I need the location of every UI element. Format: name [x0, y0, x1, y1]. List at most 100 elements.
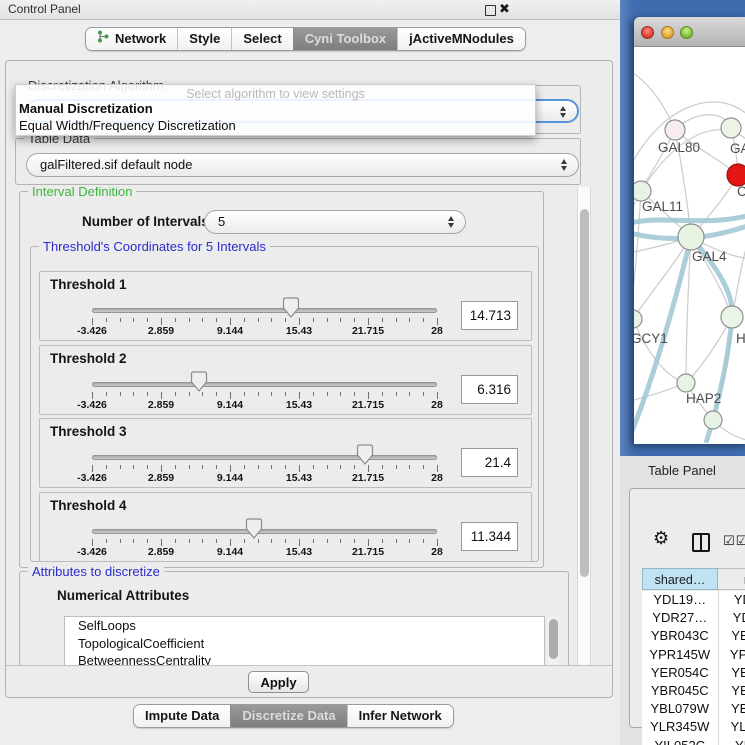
minimize-traffic-light[interactable] [661, 26, 674, 39]
tab-label: jActiveMNodules [409, 28, 514, 50]
attribute-item-topologicalcoefficient[interactable]: TopologicalCoefficient [65, 635, 544, 653]
cell-name[interactable]: YPR145W [719, 646, 745, 664]
tab-jactivemnodules[interactable]: jActiveMNodules [397, 28, 525, 50]
cell-shared-name[interactable]: YER054C [642, 664, 719, 682]
network-node[interactable] [634, 310, 642, 328]
slider-handle[interactable] [190, 371, 208, 393]
network-node[interactable] [678, 224, 704, 250]
scrollbar-thumb[interactable] [580, 209, 589, 577]
cell-name[interactable]: YBR043C [719, 627, 745, 645]
cell-shared-name[interactable]: YBL079W [642, 700, 719, 718]
threshold-row-2: Threshold 2 -3.4262.8599.14415.4321.71528… [39, 345, 532, 415]
table-row[interactable]: YIL052CYIL052C [642, 737, 745, 745]
thresholds-group: Threshold's Coordinates for 5 Intervals … [30, 246, 539, 562]
network-node[interactable] [677, 374, 695, 392]
settings-vertical-scrollbar[interactable] [577, 187, 591, 665]
slider-track[interactable] [92, 455, 437, 460]
close-icon[interactable]: ✖ [499, 1, 510, 17]
network-node[interactable] [634, 181, 651, 201]
algorithm-option-manual-discretization[interactable]: Manual Discretization [19, 101, 153, 116]
cell-shared-name[interactable]: YLR345W [642, 718, 719, 736]
select-columns-checkbox-icons[interactable]: ☑☑ [723, 533, 745, 549]
threshold-label: Threshold 2 [50, 351, 127, 366]
cell-shared-name[interactable]: YIL052C [642, 737, 719, 745]
network-edge-thick[interactable] [634, 215, 745, 223]
tab-network[interactable]: Network [86, 28, 177, 50]
network-node[interactable] [665, 120, 685, 140]
cell-shared-name[interactable]: YDR27… [642, 609, 719, 627]
threshold-value-field[interactable]: 6.316 [461, 375, 518, 404]
column-header-shared-name[interactable]: shared… [642, 568, 718, 590]
threshold-label: Threshold 1 [50, 277, 127, 292]
bottom-tab-discretize-data[interactable]: Discretize Data [230, 705, 346, 727]
numerical-attributes-list[interactable]: SelfLoopsTopologicalCoefficientBetweenne… [64, 616, 545, 666]
network-node-label: GAL11 [642, 199, 683, 214]
slider-handle[interactable] [356, 444, 374, 466]
cell-shared-name[interactable]: YBR043C [642, 627, 719, 645]
table-row[interactable]: YBR045CYBR045C [642, 682, 745, 700]
gear-icon[interactable]: ⚙ [653, 529, 669, 547]
network-node-label: C [737, 184, 745, 199]
threshold-value-field[interactable]: 21.4 [461, 448, 518, 477]
slider-track[interactable] [92, 529, 437, 534]
network-node[interactable] [727, 164, 745, 186]
threshold-value-field[interactable]: 14.713 [461, 301, 518, 330]
tab-label: Network [115, 28, 166, 50]
cell-shared-name[interactable]: YPR145W [642, 646, 719, 664]
network-window-titlebar[interactable] [634, 17, 745, 47]
table-row[interactable]: YBL079WYBL079W [642, 700, 745, 718]
combo-arrows-icon [561, 159, 567, 171]
bottom-tab-infer-network[interactable]: Infer Network [347, 705, 453, 727]
table-header: shared… name [642, 568, 745, 590]
tab-style[interactable]: Style [177, 28, 231, 50]
table-row[interactable]: YBR043CYBR043C [642, 627, 745, 645]
columns-icon[interactable] [692, 533, 710, 552]
cell-name[interactable]: YBL079W [719, 700, 745, 718]
table-data-combo[interactable]: galFiltered.sif default node [26, 153, 579, 177]
network-icon [97, 28, 110, 50]
slider-handle[interactable] [245, 518, 263, 540]
zoom-traffic-light[interactable] [680, 26, 693, 39]
cell-name[interactable]: YBR045C [719, 682, 745, 700]
algorithm-option-equal-width-frequency-discretization[interactable]: Equal Width/Frequency Discretization [19, 118, 236, 133]
slider-track[interactable] [92, 308, 437, 313]
cell-name[interactable]: YLR345W [719, 718, 745, 736]
bottom-tab-impute-data[interactable]: Impute Data [134, 705, 230, 727]
slider-tick-labels: -3.4262.8599.14415.4321.71528 [92, 325, 437, 338]
slider-handle[interactable] [282, 297, 300, 319]
network-node[interactable] [721, 306, 743, 328]
slider-tick-labels: -3.4262.8599.14415.4321.71528 [92, 399, 437, 412]
cell-name[interactable]: YER054C [719, 664, 745, 682]
cell-name[interactable]: YDL19… [719, 591, 745, 609]
table-row[interactable]: YDR27…YDR27… [642, 609, 745, 627]
slider-track[interactable] [92, 382, 437, 387]
network-canvas[interactable]: GAL80GALGAL11CGAL4GCY1HHAP2 [634, 47, 745, 443]
table-row[interactable]: YER054CYER054C [642, 664, 745, 682]
interval-definition-group: Interval Definition Number of Intervals … [19, 191, 544, 568]
cell-name[interactable]: YDR27… [719, 609, 745, 627]
tab-cyni-toolbox[interactable]: Cyni Toolbox [293, 28, 397, 50]
cell-name[interactable]: YIL052C [719, 737, 745, 745]
network-edge[interactable] [634, 191, 641, 319]
number-of-intervals-combo[interactable]: 5 [204, 210, 466, 234]
attribute-item-selfloops[interactable]: SelfLoops [65, 617, 544, 635]
threshold-label: Threshold 3 [50, 424, 127, 439]
cell-shared-name[interactable]: YBR045C [642, 682, 719, 700]
attribute-item-betweennesscentrality[interactable]: BetweennessCentrality [65, 652, 544, 666]
combo-arrows-icon [448, 216, 454, 228]
tab-select[interactable]: Select [231, 28, 292, 50]
column-header-name[interactable]: name [718, 568, 745, 590]
threshold-value-field[interactable]: 11.344 [461, 522, 518, 551]
float-window-icon[interactable] [485, 5, 496, 16]
table-row[interactable]: YPR145WYPR145W [642, 646, 745, 664]
network-edge[interactable] [634, 71, 675, 130]
table-row[interactable]: YLR345WYLR345W [642, 718, 745, 736]
cell-shared-name[interactable]: YDL19… [642, 591, 719, 609]
attributes-list-scrollbar[interactable] [548, 617, 559, 666]
apply-button[interactable]: Apply [248, 671, 309, 693]
network-node[interactable] [721, 118, 741, 138]
network-node[interactable] [704, 411, 722, 429]
slider-tick-labels: -3.4262.8599.14415.4321.71528 [92, 472, 437, 485]
table-row[interactable]: YDL19…YDL19… [642, 591, 745, 609]
close-traffic-light[interactable] [641, 26, 654, 39]
